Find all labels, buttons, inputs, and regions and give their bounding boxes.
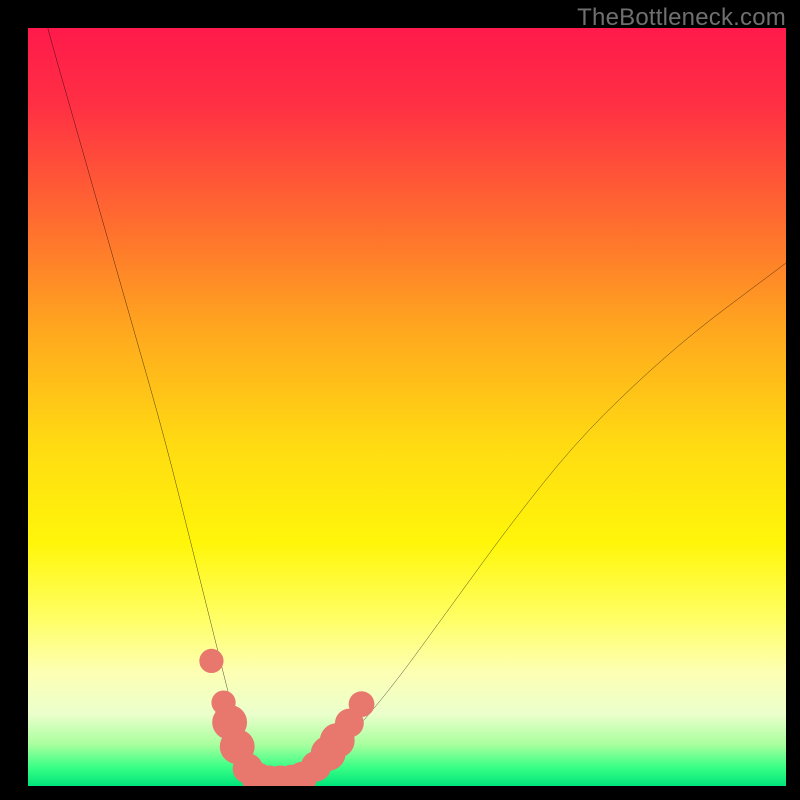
plot-area [28,28,786,786]
highlight-dot [349,691,375,717]
watermark-text: TheBottleneck.com [577,4,786,32]
chart-svg [28,28,786,786]
bottleneck-curve [28,28,786,782]
chart-frame: TheBottleneck.com [0,0,800,800]
highlight-dot [199,649,223,673]
highlight-dots [199,649,374,786]
